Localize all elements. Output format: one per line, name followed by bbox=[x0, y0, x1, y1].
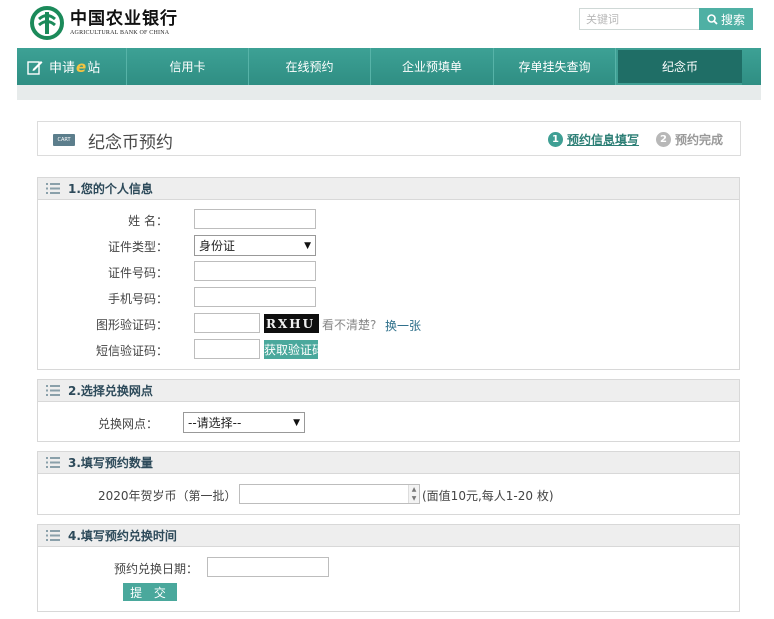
section-title: 4.填写预约兑换时间 bbox=[68, 529, 177, 543]
step-complete: 2 预约完成 bbox=[656, 131, 723, 148]
section-date: 4.填写预约兑换时间 预约兑换日期： 提 交 bbox=[37, 524, 740, 612]
name-input[interactable] bbox=[194, 209, 316, 229]
section-personal-info: 1.您的个人信息 姓 名： 证件类型： 身份证 ▼ 证件号码： 手机号码： 图形… bbox=[37, 177, 740, 370]
date-input[interactable] bbox=[207, 557, 329, 577]
step-label: 预约完成 bbox=[675, 133, 724, 147]
list-icon bbox=[46, 385, 60, 396]
main-nav: 申请 e 站 信用卡 在线预约 企业预填单 存单挂失查询 纪念币 bbox=[17, 48, 761, 85]
submit-button[interactable]: 提 交 bbox=[123, 583, 177, 601]
id-type-select[interactable]: 身份证 ▼ bbox=[194, 235, 316, 256]
page-title-bar: CART 纪念币预约 1 预约信息填写 2 预约完成 bbox=[37, 121, 741, 156]
nav-apply-prefix: 申请 bbox=[49, 61, 76, 76]
section-title: 1.您的个人信息 bbox=[68, 182, 153, 196]
nav-apply-e: e bbox=[76, 57, 87, 76]
section-header: 4.填写预约兑换时间 bbox=[38, 525, 739, 547]
page-title: 纪念币预约 bbox=[88, 133, 173, 153]
nav-online-booking[interactable]: 在线预约 bbox=[249, 48, 371, 85]
nav-deposit-loss[interactable]: 存单挂失查询 bbox=[494, 48, 616, 85]
bank-logo[interactable]: 中国农业银行 AGRICULTURAL BANK OF CHINA bbox=[30, 6, 178, 40]
section-branch: 2.选择兑换网点 兑换网点： --请选择-- ▼ bbox=[37, 379, 740, 442]
header: 中国农业银行 AGRICULTURAL BANK OF CHINA 搜索 bbox=[0, 0, 774, 46]
branch-label: 兑换网点： bbox=[97, 417, 158, 431]
cart-icon: CART bbox=[53, 134, 75, 146]
nav-shadow bbox=[17, 85, 761, 100]
edit-icon bbox=[27, 60, 43, 75]
list-icon bbox=[46, 457, 60, 468]
nav-apply-suffix: 站 bbox=[87, 61, 101, 76]
id-type-value: 身份证 bbox=[199, 239, 236, 253]
abc-logo-icon bbox=[30, 6, 64, 40]
id-type-label: 证件类型： bbox=[107, 240, 168, 254]
name-label: 姓 名： bbox=[128, 214, 168, 228]
captcha-refresh-link[interactable]: 换一张 bbox=[385, 317, 421, 334]
captcha-input[interactable] bbox=[194, 313, 260, 333]
phone-input[interactable] bbox=[194, 287, 316, 307]
section-title: 3.填写预约数量 bbox=[68, 456, 153, 470]
section-header: 1.您的个人信息 bbox=[38, 178, 739, 200]
search-button-label: 搜索 bbox=[720, 12, 745, 27]
nav-credit-card[interactable]: 信用卡 bbox=[127, 48, 249, 85]
date-label: 预约兑换日期： bbox=[113, 562, 198, 576]
search-bar: 搜索 bbox=[579, 8, 753, 30]
sms-code-label: 短信验证码： bbox=[95, 344, 168, 358]
section-header: 3.填写预约数量 bbox=[38, 452, 739, 474]
branch-value: --请选择-- bbox=[188, 416, 242, 430]
stepper-up-icon[interactable]: ▲ bbox=[409, 485, 419, 494]
dropdown-arrow-icon: ▼ bbox=[293, 417, 300, 428]
nav-apply-estation[interactable]: 申请 e 站 bbox=[17, 48, 127, 85]
step-fill-info: 1 预约信息填写 bbox=[548, 131, 639, 148]
section-quantity: 3.填写预约数量 2020年贺岁币（第一批） ▲ ▼ (面值10元,每人1-20… bbox=[37, 451, 740, 515]
nav-enterprise-form[interactable]: 企业预填单 bbox=[371, 48, 494, 85]
search-input[interactable] bbox=[579, 8, 699, 30]
quantity-stepper[interactable]: ▲ ▼ bbox=[239, 484, 420, 504]
list-icon bbox=[46, 530, 60, 541]
phone-label: 手机号码： bbox=[107, 292, 168, 306]
sms-code-input[interactable] bbox=[194, 339, 260, 359]
captcha-image[interactable]: RXHU bbox=[264, 314, 319, 333]
search-icon bbox=[707, 13, 718, 25]
get-sms-code-button[interactable]: 获取验证码 bbox=[264, 340, 318, 359]
captcha-label: 图形验证码： bbox=[95, 318, 168, 332]
stepper-down-icon[interactable]: ▼ bbox=[409, 494, 419, 503]
step-number: 2 bbox=[656, 132, 671, 147]
logo-chinese-name: 中国农业银行 bbox=[70, 9, 178, 29]
id-number-input[interactable] bbox=[194, 261, 316, 281]
coin-note: (面值10元,每人1-20 枚) bbox=[422, 489, 554, 503]
stepper-buttons[interactable]: ▲ ▼ bbox=[408, 485, 419, 503]
list-icon bbox=[46, 183, 60, 194]
dropdown-arrow-icon: ▼ bbox=[304, 240, 311, 251]
section-title: 2.选择兑换网点 bbox=[68, 384, 153, 398]
step-number: 1 bbox=[548, 132, 563, 147]
section-header: 2.选择兑换网点 bbox=[38, 380, 739, 402]
branch-select[interactable]: --请选择-- ▼ bbox=[183, 412, 305, 433]
search-button[interactable]: 搜索 bbox=[699, 8, 753, 30]
id-number-label: 证件号码： bbox=[107, 266, 168, 280]
logo-english-name: AGRICULTURAL BANK OF CHINA bbox=[70, 30, 170, 36]
nav-commemorative-coin[interactable]: 纪念币 bbox=[616, 48, 742, 85]
step-label: 预约信息填写 bbox=[567, 133, 640, 147]
coin-label: 2020年贺岁币（第一批） bbox=[98, 489, 237, 503]
captcha-hint: 看不清楚? bbox=[322, 318, 377, 332]
